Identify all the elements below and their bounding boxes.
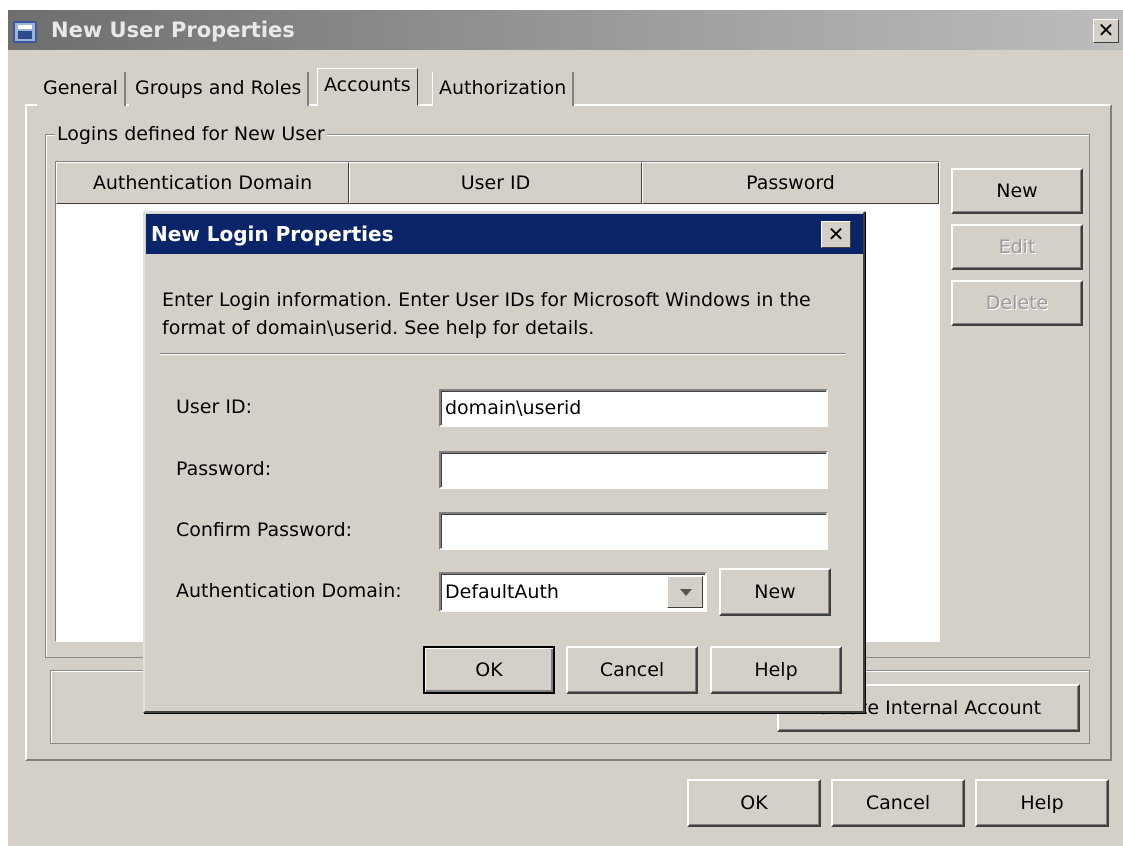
delete-login-button[interactable]: Delete <box>951 280 1083 326</box>
edit-login-button[interactable]: Edit <box>951 224 1083 270</box>
user-id-label: User ID: <box>176 396 252 418</box>
chevron-down-icon[interactable] <box>667 576 703 608</box>
dialog-close-icon[interactable]: ✕ <box>821 221 851 248</box>
window-title: New User Properties <box>51 18 295 42</box>
divider <box>160 353 846 355</box>
new-domain-button[interactable]: New <box>719 568 831 616</box>
tab-groups-and-roles[interactable]: Groups and Roles <box>129 72 310 106</box>
user-properties-icon <box>13 21 37 43</box>
confirm-password-input[interactable] <box>439 512 828 550</box>
tab-general[interactable]: General <box>37 72 126 106</box>
dialog-ok-button[interactable]: OK <box>423 646 555 694</box>
tab-accounts[interactable]: Accounts <box>317 68 418 106</box>
close-icon[interactable]: ✕ <box>1093 19 1119 43</box>
dialog-cancel-button[interactable]: Cancel <box>566 646 698 694</box>
cancel-button[interactable]: Cancel <box>831 779 965 827</box>
password-label: Password: <box>176 458 272 480</box>
user-id-input[interactable] <box>439 389 828 427</box>
confirm-password-label: Confirm Password: <box>176 519 353 541</box>
column-header-user-id[interactable]: User ID <box>349 162 642 204</box>
password-input[interactable] <box>439 451 828 489</box>
column-header-authentication-domain[interactable]: Authentication Domain <box>56 162 349 204</box>
dialog-instructions: Enter Login information. Enter User IDs … <box>162 289 811 339</box>
new-login-button[interactable]: New <box>951 168 1083 214</box>
logins-group-label: Logins defined for New User <box>55 123 327 145</box>
dialog-help-button[interactable]: Help <box>710 646 842 694</box>
dialog-title: New Login Properties <box>151 222 394 246</box>
tab-authorization[interactable]: Authorization <box>432 72 575 106</box>
ok-button[interactable]: OK <box>687 779 821 827</box>
column-header-password[interactable]: Password <box>642 162 939 204</box>
help-button[interactable]: Help <box>975 779 1109 827</box>
authentication-domain-label: Authentication Domain: <box>176 580 402 602</box>
